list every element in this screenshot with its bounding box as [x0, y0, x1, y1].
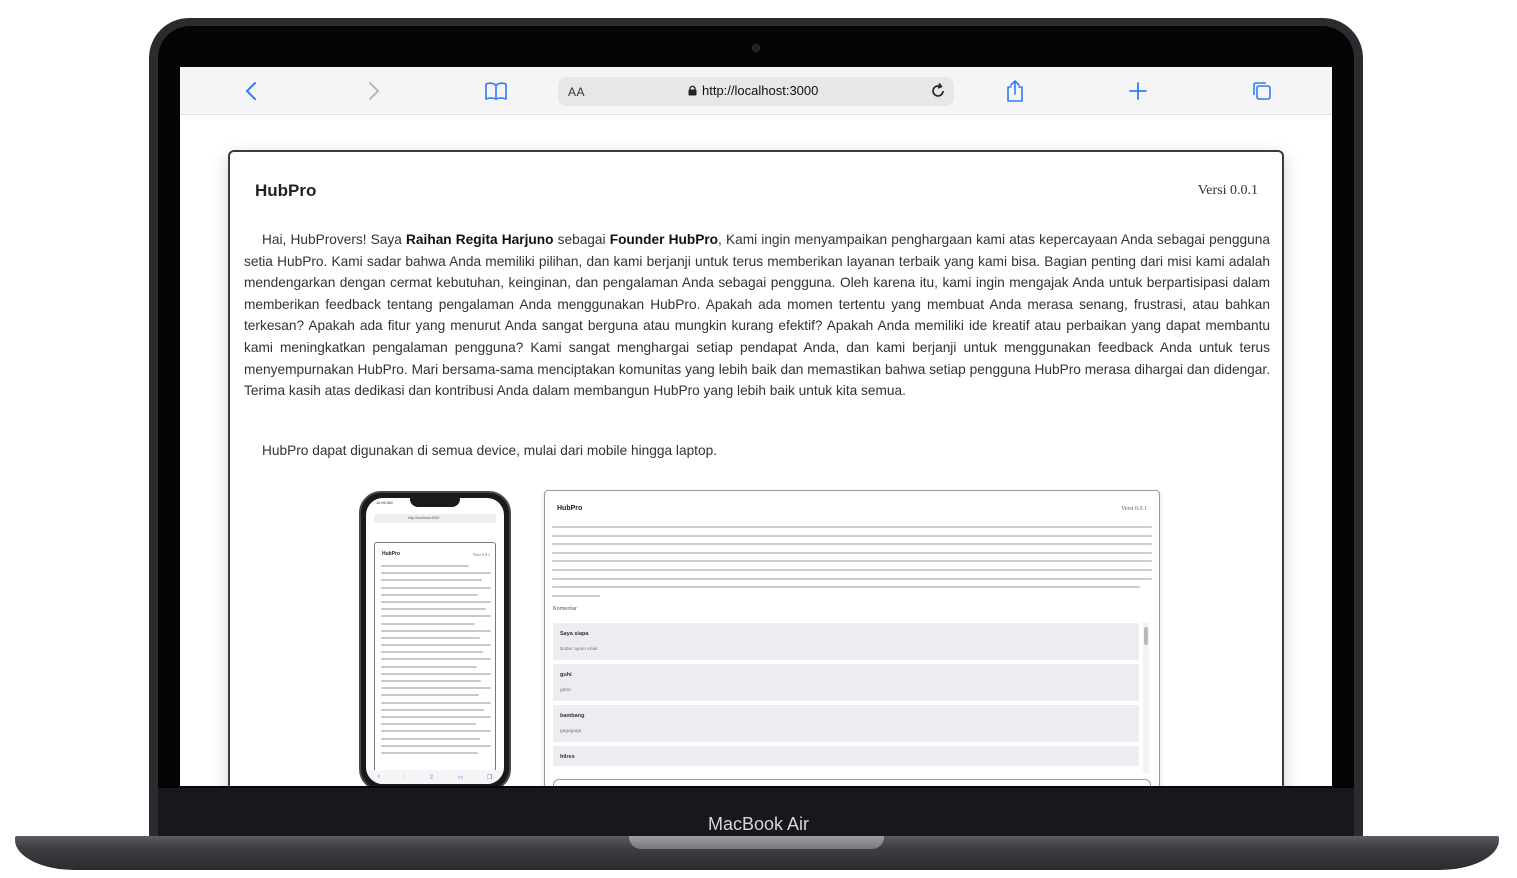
book-icon: [485, 82, 507, 100]
share-button[interactable]: [1000, 77, 1030, 105]
chevron-left-icon: [245, 82, 256, 100]
plus-icon: [1129, 82, 1147, 100]
phone-tabs-icon: ❐: [486, 774, 493, 781]
browser-screen: AA http://localhost:3000 HubPro Versi 0.…: [180, 67, 1332, 786]
phone-back-icon: ‹: [377, 774, 380, 780]
camera-icon: [752, 44, 760, 52]
bookmarks-button[interactable]: [481, 77, 511, 105]
phone-card: HubPro Versi 0.0.1: [374, 542, 496, 784]
mini-comment-input: [553, 779, 1151, 786]
mini-comment-name: hilres: [560, 754, 575, 760]
mini-scroll-thumb: [1144, 627, 1148, 645]
forward-button[interactable]: [359, 77, 389, 105]
phone-version: Versi 0.0.1: [472, 552, 490, 557]
phone-forward-icon: ›: [403, 774, 406, 780]
share-icon: [1007, 80, 1023, 102]
tabs-icon: [1253, 82, 1271, 100]
phone-status-time: 11:06 AM: [376, 500, 393, 505]
mini-comment-item: Saya siapa Bubur ayam enak: [553, 623, 1139, 660]
address-url: http://localhost:3000: [688, 83, 818, 98]
phone-notch: [410, 498, 460, 507]
laptop-base-notch: [629, 836, 884, 849]
version-label: Versi 0.0.1: [1197, 183, 1258, 198]
mini-comment-name: bambang: [560, 713, 585, 719]
app-title: HubPro: [255, 181, 317, 200]
address-bar[interactable]: AA http://localhost:3000: [558, 77, 954, 106]
desktop-preview-image: HubPro Versi 0.0.1 Komentar Saya siapa B…: [544, 490, 1160, 786]
reload-icon[interactable]: [928, 81, 948, 101]
mini-comments-label: Komentar: [553, 606, 577, 612]
reader-aa-button[interactable]: AA: [568, 85, 585, 99]
mini-title: HubPro: [557, 505, 583, 512]
mini-scrollbar: [1143, 623, 1149, 773]
mini-comment-message: gaha: [560, 688, 571, 693]
mini-comment-item: bambang gagagaga: [553, 705, 1139, 742]
founder-name: Raihan Regita Harjuno: [406, 232, 554, 247]
mini-comment-name: Saya siapa: [560, 631, 589, 637]
browser-toolbar: AA http://localhost:3000: [180, 67, 1332, 115]
phone-text-lines: [381, 565, 491, 759]
phone-address-bar: http://localhost:3000: [374, 514, 496, 523]
intro-paragraph: Hai, HubProvers! Saya Raihan Regita Harj…: [244, 229, 1270, 402]
device-label: MacBook Air: [707, 814, 810, 834]
tabs-overview-button[interactable]: [1247, 77, 1277, 105]
intro-as: sebagai: [553, 232, 610, 247]
info-card: HubPro Versi 0.0.1 Hai, HubProvers! Saya…: [228, 150, 1284, 786]
chevron-right-icon: [369, 82, 380, 100]
phone-screen: 11:06 AM http://localhost:3000 HubPro Ve…: [366, 498, 504, 784]
mini-comment-list: Saya siapa Bubur ayam enak guhi gaha bam…: [553, 623, 1151, 773]
mini-comment-item: hilres: [553, 746, 1139, 766]
back-button[interactable]: [236, 77, 266, 105]
new-tab-button[interactable]: [1123, 77, 1153, 105]
mini-comment-message: gagagaga: [560, 729, 582, 734]
intro-greeting: Hai, HubProvers! Saya: [262, 232, 407, 247]
device-note: HubPro dapat digunakan di semua device, …: [262, 443, 718, 458]
phone-book-icon: ▭: [457, 774, 464, 781]
url-text: http://localhost:3000: [702, 83, 819, 98]
phone-toolbar: ‹ › ⇧ ▭ ❐: [366, 770, 504, 784]
mini-text-lines: [552, 526, 1152, 603]
phone-share-icon: ⇧: [428, 774, 434, 781]
intro-body: , Kami ingin menyampaikan penghargaan ka…: [244, 232, 1270, 399]
founder-role: Founder HubPro: [609, 232, 719, 247]
phone-preview-image: 11:06 AM http://localhost:3000 HubPro Ve…: [359, 491, 511, 786]
mini-version: Versi 0.0.1: [1121, 506, 1147, 512]
lock-icon: [688, 85, 697, 96]
phone-title: HubPro: [382, 551, 401, 557]
mini-comment-message: Bubur ayam enak: [560, 647, 598, 652]
mini-comment-name: guhi: [560, 672, 572, 678]
mini-comment-item: guhi gaha: [553, 664, 1139, 701]
